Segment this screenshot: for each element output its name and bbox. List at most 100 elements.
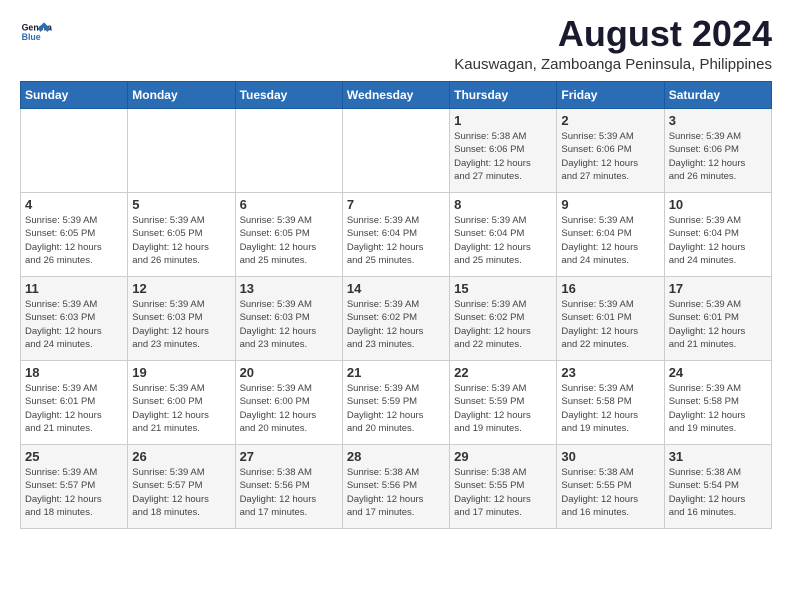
calendar-cell	[21, 109, 128, 193]
calendar-cell: 20 Sunrise: 5:39 AM Sunset: 6:00 PM Dayli…	[235, 361, 342, 445]
day-info: Sunrise: 5:39 AM Sunset: 6:05 PM Dayligh…	[240, 214, 338, 267]
calendar-cell: 11 Sunrise: 5:39 AM Sunset: 6:03 PM Dayli…	[21, 277, 128, 361]
calendar-cell: 2 Sunrise: 5:39 AM Sunset: 6:06 PM Daylig…	[557, 109, 664, 193]
day-info: Sunrise: 5:39 AM Sunset: 6:02 PM Dayligh…	[347, 298, 445, 351]
calendar-cell: 27 Sunrise: 5:38 AM Sunset: 5:56 PM Dayli…	[235, 445, 342, 529]
day-number: 31	[669, 449, 767, 464]
day-number: 2	[561, 113, 659, 128]
day-number: 4	[25, 197, 123, 212]
location-subtitle: Kauswagan, Zamboanga Peninsula, Philippi…	[454, 56, 772, 73]
calendar-cell: 26 Sunrise: 5:39 AM Sunset: 5:57 PM Dayli…	[128, 445, 235, 529]
day-number: 26	[132, 449, 230, 464]
day-number: 29	[454, 449, 552, 464]
day-number: 7	[347, 197, 445, 212]
day-number: 11	[25, 281, 123, 296]
calendar-cell: 3 Sunrise: 5:39 AM Sunset: 6:06 PM Daylig…	[664, 109, 771, 193]
day-number: 20	[240, 365, 338, 380]
day-info: Sunrise: 5:39 AM Sunset: 6:06 PM Dayligh…	[669, 130, 767, 183]
weekday-header-friday: Friday	[557, 82, 664, 109]
day-number: 23	[561, 365, 659, 380]
weekday-header-thursday: Thursday	[450, 82, 557, 109]
calendar-cell: 1 Sunrise: 5:38 AM Sunset: 6:06 PM Daylig…	[450, 109, 557, 193]
day-number: 27	[240, 449, 338, 464]
logo-icon: General Blue	[20, 16, 52, 48]
calendar-cell: 15 Sunrise: 5:39 AM Sunset: 6:02 PM Dayli…	[450, 277, 557, 361]
weekday-header-sunday: Sunday	[21, 82, 128, 109]
day-number: 15	[454, 281, 552, 296]
day-info: Sunrise: 5:38 AM Sunset: 5:56 PM Dayligh…	[240, 466, 338, 519]
day-info: Sunrise: 5:39 AM Sunset: 6:00 PM Dayligh…	[132, 382, 230, 435]
day-info: Sunrise: 5:38 AM Sunset: 6:06 PM Dayligh…	[454, 130, 552, 183]
calendar-table: SundayMondayTuesdayWednesdayThursdayFrid…	[20, 81, 772, 529]
day-number: 10	[669, 197, 767, 212]
calendar-cell: 30Sunrise: 5:38 AM Sunset: 5:55 PM Dayli…	[557, 445, 664, 529]
calendar-cell: 22 Sunrise: 5:39 AM Sunset: 5:59 PM Dayli…	[450, 361, 557, 445]
day-number: 14	[347, 281, 445, 296]
calendar-cell: 16 Sunrise: 5:39 AM Sunset: 6:01 PM Dayli…	[557, 277, 664, 361]
calendar-cell	[342, 109, 449, 193]
calendar-cell: 23 Sunrise: 5:39 AM Sunset: 5:58 PM Dayli…	[557, 361, 664, 445]
calendar-cell: 28 Sunrise: 5:38 AM Sunset: 5:56 PM Dayli…	[342, 445, 449, 529]
day-number: 19	[132, 365, 230, 380]
calendar-cell: 24 Sunrise: 5:39 AM Sunset: 5:58 PM Dayli…	[664, 361, 771, 445]
calendar-cell: 6 Sunrise: 5:39 AM Sunset: 6:05 PM Daylig…	[235, 193, 342, 277]
month-year-title: August 2024	[454, 16, 772, 52]
day-info: Sunrise: 5:38 AM Sunset: 5:56 PM Dayligh…	[347, 466, 445, 519]
day-info: Sunrise: 5:39 AM Sunset: 6:04 PM Dayligh…	[454, 214, 552, 267]
calendar-cell: 9Sunrise: 5:39 AM Sunset: 6:04 PM Daylig…	[557, 193, 664, 277]
calendar-cell: 17 Sunrise: 5:39 AM Sunset: 6:01 PM Dayli…	[664, 277, 771, 361]
calendar-cell: 8Sunrise: 5:39 AM Sunset: 6:04 PM Daylig…	[450, 193, 557, 277]
calendar-cell: 4 Sunrise: 5:39 AM Sunset: 6:05 PM Daylig…	[21, 193, 128, 277]
day-info: Sunrise: 5:39 AM Sunset: 6:01 PM Dayligh…	[669, 298, 767, 351]
day-number: 16	[561, 281, 659, 296]
day-info: Sunrise: 5:39 AM Sunset: 6:02 PM Dayligh…	[454, 298, 552, 351]
day-info: Sunrise: 5:39 AM Sunset: 6:00 PM Dayligh…	[240, 382, 338, 435]
calendar-cell: 13Sunrise: 5:39 AM Sunset: 6:03 PM Dayli…	[235, 277, 342, 361]
day-info: Sunrise: 5:39 AM Sunset: 5:58 PM Dayligh…	[561, 382, 659, 435]
day-number: 5	[132, 197, 230, 212]
day-number: 18	[25, 365, 123, 380]
day-number: 28	[347, 449, 445, 464]
calendar-cell	[235, 109, 342, 193]
calendar-cell: 18Sunrise: 5:39 AM Sunset: 6:01 PM Dayli…	[21, 361, 128, 445]
logo: General Blue	[20, 16, 52, 48]
day-info: Sunrise: 5:39 AM Sunset: 5:58 PM Dayligh…	[669, 382, 767, 435]
day-number: 21	[347, 365, 445, 380]
day-info: Sunrise: 5:39 AM Sunset: 6:03 PM Dayligh…	[240, 298, 338, 351]
day-number: 17	[669, 281, 767, 296]
day-info: Sunrise: 5:39 AM Sunset: 5:57 PM Dayligh…	[132, 466, 230, 519]
day-number: 6	[240, 197, 338, 212]
day-info: Sunrise: 5:39 AM Sunset: 6:01 PM Dayligh…	[561, 298, 659, 351]
svg-text:Blue: Blue	[22, 32, 41, 42]
calendar-cell: 19 Sunrise: 5:39 AM Sunset: 6:00 PM Dayli…	[128, 361, 235, 445]
calendar-cell: 29 Sunrise: 5:38 AM Sunset: 5:55 PM Dayli…	[450, 445, 557, 529]
day-info: Sunrise: 5:38 AM Sunset: 5:55 PM Dayligh…	[561, 466, 659, 519]
title-section: August 2024 Kauswagan, Zamboanga Peninsu…	[454, 16, 772, 73]
calendar-cell	[128, 109, 235, 193]
weekday-header-saturday: Saturday	[664, 82, 771, 109]
day-number: 1	[454, 113, 552, 128]
day-info: Sunrise: 5:39 AM Sunset: 6:06 PM Dayligh…	[561, 130, 659, 183]
day-number: 12	[132, 281, 230, 296]
day-number: 25	[25, 449, 123, 464]
day-number: 3	[669, 113, 767, 128]
day-number: 22	[454, 365, 552, 380]
day-info: Sunrise: 5:39 AM Sunset: 5:59 PM Dayligh…	[347, 382, 445, 435]
calendar-cell: 25 Sunrise: 5:39 AM Sunset: 5:57 PM Dayli…	[21, 445, 128, 529]
weekday-header-tuesday: Tuesday	[235, 82, 342, 109]
day-info: Sunrise: 5:38 AM Sunset: 5:55 PM Dayligh…	[454, 466, 552, 519]
day-number: 24	[669, 365, 767, 380]
calendar-cell: 7 Sunrise: 5:39 AM Sunset: 6:04 PM Daylig…	[342, 193, 449, 277]
day-info: Sunrise: 5:39 AM Sunset: 5:57 PM Dayligh…	[25, 466, 123, 519]
day-info: Sunrise: 5:39 AM Sunset: 6:03 PM Dayligh…	[25, 298, 123, 351]
calendar-cell: 14 Sunrise: 5:39 AM Sunset: 6:02 PM Dayli…	[342, 277, 449, 361]
calendar-cell: 21 Sunrise: 5:39 AM Sunset: 5:59 PM Dayli…	[342, 361, 449, 445]
weekday-header-monday: Monday	[128, 82, 235, 109]
day-info: Sunrise: 5:39 AM Sunset: 6:05 PM Dayligh…	[25, 214, 123, 267]
day-info: Sunrise: 5:39 AM Sunset: 6:04 PM Dayligh…	[347, 214, 445, 267]
calendar-cell: 5 Sunrise: 5:39 AM Sunset: 6:05 PM Daylig…	[128, 193, 235, 277]
day-info: Sunrise: 5:39 AM Sunset: 6:05 PM Dayligh…	[132, 214, 230, 267]
day-info: Sunrise: 5:39 AM Sunset: 6:04 PM Dayligh…	[561, 214, 659, 267]
day-info: Sunrise: 5:39 AM Sunset: 5:59 PM Dayligh…	[454, 382, 552, 435]
day-info: Sunrise: 5:39 AM Sunset: 6:03 PM Dayligh…	[132, 298, 230, 351]
